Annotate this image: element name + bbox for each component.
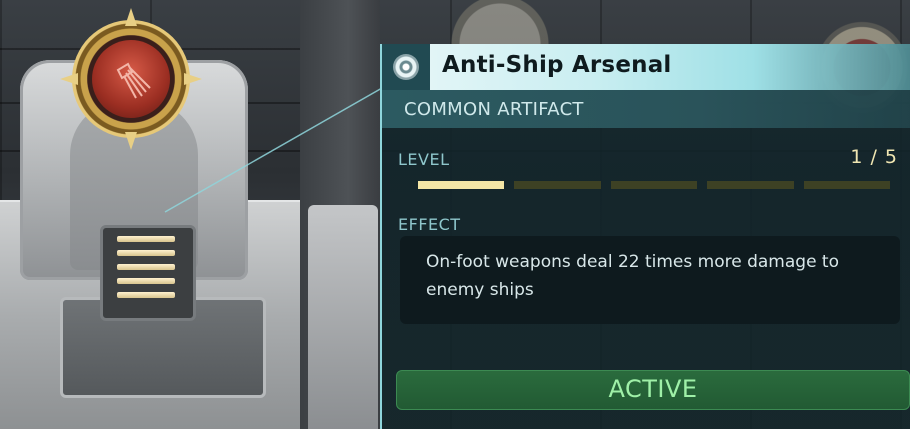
active-status-button[interactable]: ACTIVE: [396, 370, 910, 410]
emblem-spike: [60, 73, 78, 85]
emblem-spike: [125, 132, 137, 150]
pedestal-block: [308, 205, 378, 429]
artifact-disc-icon: [393, 54, 419, 80]
level-label: LEVEL: [398, 150, 450, 169]
vent-slat: [117, 250, 175, 256]
emblem-spike: [184, 73, 202, 85]
level-segment-empty: [610, 181, 698, 189]
tooltip-title-bar: Anti-Ship Arsenal: [382, 44, 910, 90]
effect-description: On-foot weapons deal 22 times more damag…: [426, 252, 839, 300]
level-value: 1 / 5: [850, 146, 898, 168]
vent-slat: [117, 236, 175, 242]
level-segment-empty: [514, 181, 601, 189]
level-segment-empty: [707, 181, 794, 189]
level-segment-filled: [418, 181, 505, 189]
pedestal-vent: [100, 225, 196, 321]
effect-label: EFFECT: [398, 215, 461, 234]
title-icon-box: [382, 44, 430, 90]
emblem-spike: [125, 8, 137, 26]
level-segment-empty: [803, 181, 891, 189]
vent-slat: [117, 292, 175, 298]
rarity-bar: COMMON ARTIFACT: [382, 90, 910, 128]
background-pedestal: [300, 0, 380, 429]
vent-slat: [117, 278, 175, 284]
artifact-tooltip: Anti-Ship Arsenal COMMON ARTIFACT LEVEL …: [380, 44, 910, 429]
active-status-label: ACTIVE: [608, 375, 698, 403]
rarity-label: COMMON ARTIFACT: [404, 99, 584, 120]
level-progress-bar: [418, 181, 891, 191]
artifact-title: Anti-Ship Arsenal: [442, 52, 672, 78]
vent-slat: [117, 264, 175, 270]
artillery-icon: [116, 62, 151, 99]
artifact-emblem-icon: [92, 40, 170, 118]
effect-box: On-foot weapons deal 22 times more damag…: [400, 236, 900, 324]
